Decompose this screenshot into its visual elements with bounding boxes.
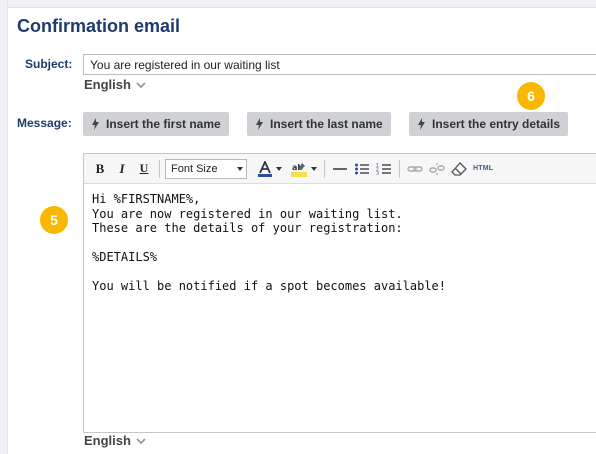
horizontal-rule-icon <box>333 167 347 170</box>
subject-language-selector[interactable]: English <box>84 77 147 92</box>
message-editor: B I U Font Size ab 1 2 3 HTML Hi %FIRSTN… <box>83 153 596 433</box>
font-size-label: Font Size <box>171 162 218 175</box>
lightning-icon <box>92 118 99 130</box>
message-label: Message: <box>17 116 72 130</box>
message-language-label: English <box>84 433 131 448</box>
caret-down-icon <box>276 166 282 171</box>
editor-line: These are the details of your registrati… <box>92 221 403 235</box>
numbered-list-icon: 1 2 3 <box>376 162 391 176</box>
editor-line: You are now registered in our waiting li… <box>92 206 403 221</box>
insert-entry-details-button[interactable]: Insert the entry details <box>409 112 569 136</box>
caret-down-icon <box>237 166 243 171</box>
highlight-icon: ab <box>291 162 307 177</box>
editor-content[interactable]: Hi %FIRSTNAME%, You are now registered in… <box>84 184 596 302</box>
insert-first-name-button[interactable]: Insert the first name <box>83 112 229 136</box>
numbered-list-button[interactable]: 1 2 3 <box>374 158 394 180</box>
link-icon <box>407 165 423 172</box>
insert-first-name-label: Insert the first name <box>106 117 221 131</box>
step-badge-5: 5 <box>40 206 68 234</box>
page-frame-left <box>0 0 8 454</box>
underline-button[interactable]: U <box>134 158 154 180</box>
highlight-color-button[interactable]: ab <box>288 158 319 180</box>
bold-button[interactable]: B <box>90 158 110 180</box>
unlink-button[interactable] <box>427 158 447 180</box>
page-frame-top <box>0 0 596 8</box>
lightning-icon <box>418 118 425 130</box>
section-title: Confirmation email <box>17 16 181 36</box>
toolbar-separator <box>159 159 160 178</box>
editor-line: %DETAILS% <box>92 250 158 264</box>
editor-toolbar: B I U Font Size ab 1 2 3 HTML <box>84 154 596 184</box>
font-color-icon <box>258 160 272 177</box>
editor-line: You will be notified if a spot becomes a… <box>92 279 447 293</box>
insert-link-button[interactable] <box>405 158 425 180</box>
horizontal-rule-button[interactable] <box>330 158 350 180</box>
chevron-down-icon <box>136 437 146 444</box>
svg-text:3: 3 <box>376 170 379 176</box>
message-language-selector[interactable]: English <box>84 433 147 448</box>
bullet-list-button[interactable] <box>352 158 372 180</box>
insert-entry-details-label: Insert the entry details <box>432 117 561 131</box>
step-badge-6: 6 <box>517 82 545 110</box>
text-color-button[interactable] <box>255 158 284 180</box>
unlink-icon <box>429 162 445 175</box>
insert-last-name-label: Insert the last name <box>270 117 383 131</box>
subject-input[interactable] <box>83 54 596 75</box>
toolbar-separator <box>399 159 400 178</box>
toolbar-separator <box>324 159 325 178</box>
lightning-icon <box>256 118 263 130</box>
bullet-list-icon <box>355 163 369 174</box>
remove-format-button[interactable] <box>449 158 469 180</box>
insert-last-name-button[interactable]: Insert the last name <box>247 112 391 136</box>
font-size-select[interactable]: Font Size <box>165 158 247 179</box>
chevron-down-icon <box>136 81 146 88</box>
eraser-icon <box>451 161 467 176</box>
subject-language-label: English <box>84 77 131 92</box>
html-source-button[interactable]: HTML <box>471 158 495 180</box>
caret-down-icon <box>311 166 317 171</box>
editor-line: Hi %FIRSTNAME%, <box>92 192 201 206</box>
italic-button[interactable]: I <box>112 158 132 180</box>
subject-label: Subject: <box>25 57 73 71</box>
